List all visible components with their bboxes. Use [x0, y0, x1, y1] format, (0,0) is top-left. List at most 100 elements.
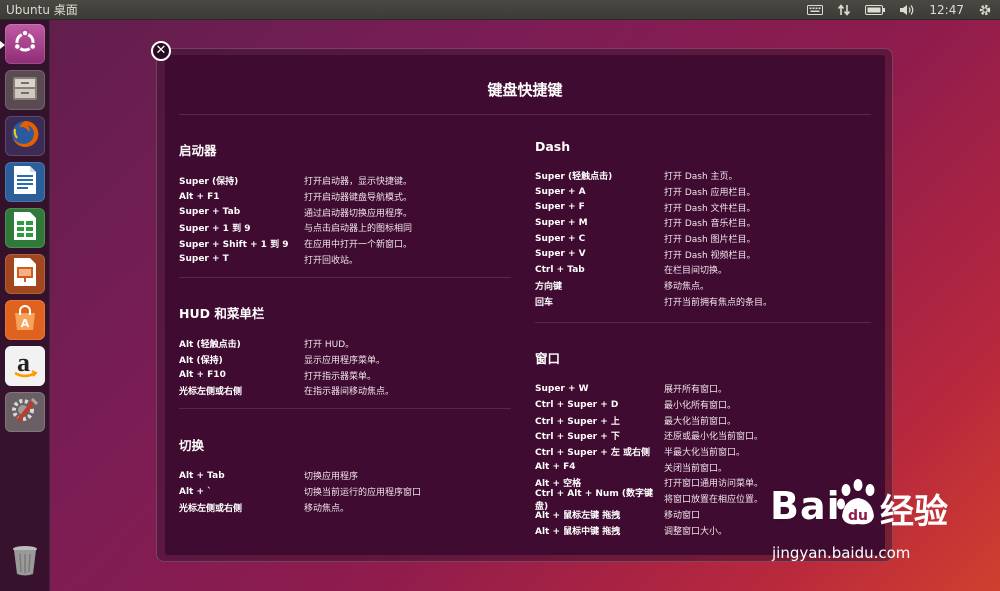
shortcut-row: Ctrl + Tab 在栏目间切换。: [535, 262, 871, 278]
shortcut-key: Super + C: [535, 233, 586, 244]
shortcut-row: Super (保持) 打开启动器，显示快捷键。: [179, 173, 509, 189]
libreoffice-calc-icon: [12, 211, 38, 245]
file-cabinet-icon: [10, 73, 40, 107]
shortcut-desc: 打开当前拥有焦点的条目。: [664, 297, 773, 308]
section-heading: 窗口: [535, 351, 561, 366]
top-panel: Ubuntu 桌面 12:47: [0, 0, 1000, 20]
shortcut-key: Alt + 鼠标左键 拖拽: [535, 510, 621, 521]
baidu-watermark: Bai du 经验 jingyan.baidu.com: [770, 478, 995, 588]
libreoffice-impress-icon: [12, 257, 38, 291]
paw-icon: du: [836, 478, 880, 534]
shortcut-desc: 切换应用程序: [304, 472, 359, 483]
shortcut-desc: 打开启动器键盘导航模式。: [304, 193, 413, 204]
shortcut-row: Super + 1 到 9 与点击启动器上的图标相同: [179, 220, 509, 236]
watermark-suffix: 经验: [880, 492, 948, 532]
shortcut-row: Super + W 展开所有窗口。: [535, 381, 871, 397]
firefox-button[interactable]: [5, 116, 45, 156]
shortcut-desc: 打开 Dash 图片栏目。: [664, 235, 756, 246]
shortcut-desc: 打开 Dash 文件栏目。: [664, 203, 756, 214]
section-hud: HUD 和菜单栏 Alt (轻触点击) 打开 HUD。 Alt (保持) 显示应用程…: [179, 303, 509, 399]
amazon-icon: a: [10, 348, 40, 381]
shortcut-desc: 展开所有窗口。: [664, 385, 728, 396]
shortcut-row: Ctrl + Super + D 最小化所有窗口。: [535, 397, 871, 413]
shortcut-key: Super + W: [535, 383, 589, 394]
shortcut-row: 回车 打开当前拥有焦点的条目。: [535, 294, 871, 310]
shortcut-row: Alt + ` 切换当前运行的应用程序窗口: [179, 484, 509, 500]
shortcut-row: Ctrl + Super + 下 还原或最小化当前窗口。: [535, 428, 871, 444]
shortcut-row: Super + T 打开回收站。: [179, 251, 509, 267]
shortcut-key: Alt + F10: [179, 370, 226, 381]
keyboard-icon[interactable]: [807, 4, 824, 16]
shopping-bag-icon: A: [11, 304, 39, 336]
shortcut-desc: 在栏目间切换。: [664, 266, 728, 277]
files-button[interactable]: [5, 70, 45, 110]
overlay-title: 键盘快捷键: [487, 81, 563, 99]
shortcut-key: Super + T: [179, 254, 229, 265]
gear-icon[interactable]: [978, 3, 992, 17]
shortcut-key: 回车: [535, 297, 554, 308]
shortcut-row: Super + C 打开 Dash 图片栏目。: [535, 231, 871, 247]
shortcut-row: Alt + F1 打开启动器键盘导航模式。: [179, 189, 509, 205]
indicator-area: 12:47: [807, 0, 1000, 20]
section-heading: HUD 和菜单栏: [179, 306, 265, 321]
shortcut-desc: 最小化所有窗口。: [664, 401, 737, 412]
shortcut-row: Super (轻触点击) 打开 Dash 主页。: [535, 168, 871, 184]
section-launcher: 启动器 Super (保持) 打开启动器，显示快捷键。 Alt + F1 打开启动器…: [179, 140, 509, 267]
shortcut-desc: 显示应用程序菜单。: [304, 356, 386, 367]
shortcut-desc: 打开启动器，显示快捷键。: [304, 177, 413, 188]
shortcut-desc: 在指示器间移动焦点。: [304, 387, 395, 398]
shortcut-row: Super + M 打开 Dash 音乐栏目。: [535, 215, 871, 231]
section-switching: 切换 Alt + Tab 切换应用程序 Alt + ` 切换当前运行的应用程序窗口 …: [179, 435, 509, 515]
shortcut-row: Alt (保持) 显示应用程序菜单。: [179, 352, 509, 368]
shortcut-row: Alt + F10 打开指示器菜单。: [179, 367, 509, 383]
launcher: A a: [0, 20, 50, 591]
shortcut-desc: 打开窗口通用访问菜单。: [664, 479, 764, 490]
shortcut-key: Super + M: [535, 217, 588, 228]
section-divider: [179, 408, 511, 409]
shortcut-key: Super + A: [535, 186, 586, 197]
section-heading: 切换: [179, 438, 205, 453]
impress-button[interactable]: [5, 254, 45, 294]
shortcut-key: Alt + 鼠标中键 拖拽: [535, 526, 621, 537]
watermark-brand: Bai: [770, 484, 841, 528]
close-icon[interactable]: ✕: [151, 41, 171, 61]
shortcut-desc: 打开 HUD。: [304, 340, 355, 351]
writer-button[interactable]: [5, 162, 45, 202]
shortcut-row: Super + Shift + 1 到 9 在应用中打开一个新窗口。: [179, 236, 509, 252]
shortcut-key: Ctrl + Super + 下: [535, 432, 620, 443]
battery-icon[interactable]: [865, 4, 886, 16]
section-dash: Dash Super (轻触点击) 打开 Dash 主页。 Super + A 打开…: [535, 139, 871, 309]
shortcut-row: Alt (轻触点击) 打开 HUD。: [179, 336, 509, 352]
shortcut-row: 方向键 移动焦点。: [535, 278, 871, 294]
window-title: Ubuntu 桌面: [6, 3, 78, 17]
shortcut-desc: 调整窗口大小。: [664, 526, 728, 537]
system-settings-button[interactable]: [5, 392, 45, 432]
ubuntu-logo-icon: [11, 28, 39, 60]
shortcut-desc: 最大化当前窗口。: [664, 416, 737, 427]
shortcut-desc: 打开 Dash 主页。: [664, 172, 738, 183]
shortcut-key: Ctrl + Super + D: [535, 399, 619, 410]
dash-home-button[interactable]: [0, 24, 45, 64]
amazon-button[interactable]: a: [5, 346, 45, 386]
shortcut-key: 光标左侧或右侧: [179, 503, 243, 514]
shortcut-row: Super + V 打开 Dash 视频栏目。: [535, 246, 871, 262]
calc-button[interactable]: [5, 208, 45, 248]
trash-icon: [10, 543, 40, 581]
shortcut-desc: 打开 Dash 音乐栏目。: [664, 219, 756, 230]
section-heading: 启动器: [179, 143, 217, 158]
shortcut-key: Alt (保持): [179, 356, 223, 367]
section-heading: Dash: [535, 139, 571, 154]
shortcut-row: 光标左侧或右侧 移动焦点。: [179, 499, 509, 515]
shortcut-key: Super + Shift + 1 到 9: [179, 240, 289, 251]
shortcut-desc: 打开 Dash 应用栏目。: [664, 188, 756, 199]
trash-button[interactable]: [5, 542, 45, 582]
shortcut-desc: 与点击启动器上的图标相同: [304, 224, 413, 235]
network-arrows-icon[interactable]: [837, 3, 851, 17]
shortcut-desc: 移动焦点。: [304, 503, 350, 514]
software-center-button[interactable]: A: [5, 300, 45, 340]
settings-tools-icon: [10, 395, 40, 429]
volume-icon[interactable]: [899, 3, 915, 17]
svg-text:A: A: [21, 317, 30, 330]
shortcut-key: Super + F: [535, 202, 585, 213]
clock[interactable]: 12:47: [929, 3, 964, 17]
